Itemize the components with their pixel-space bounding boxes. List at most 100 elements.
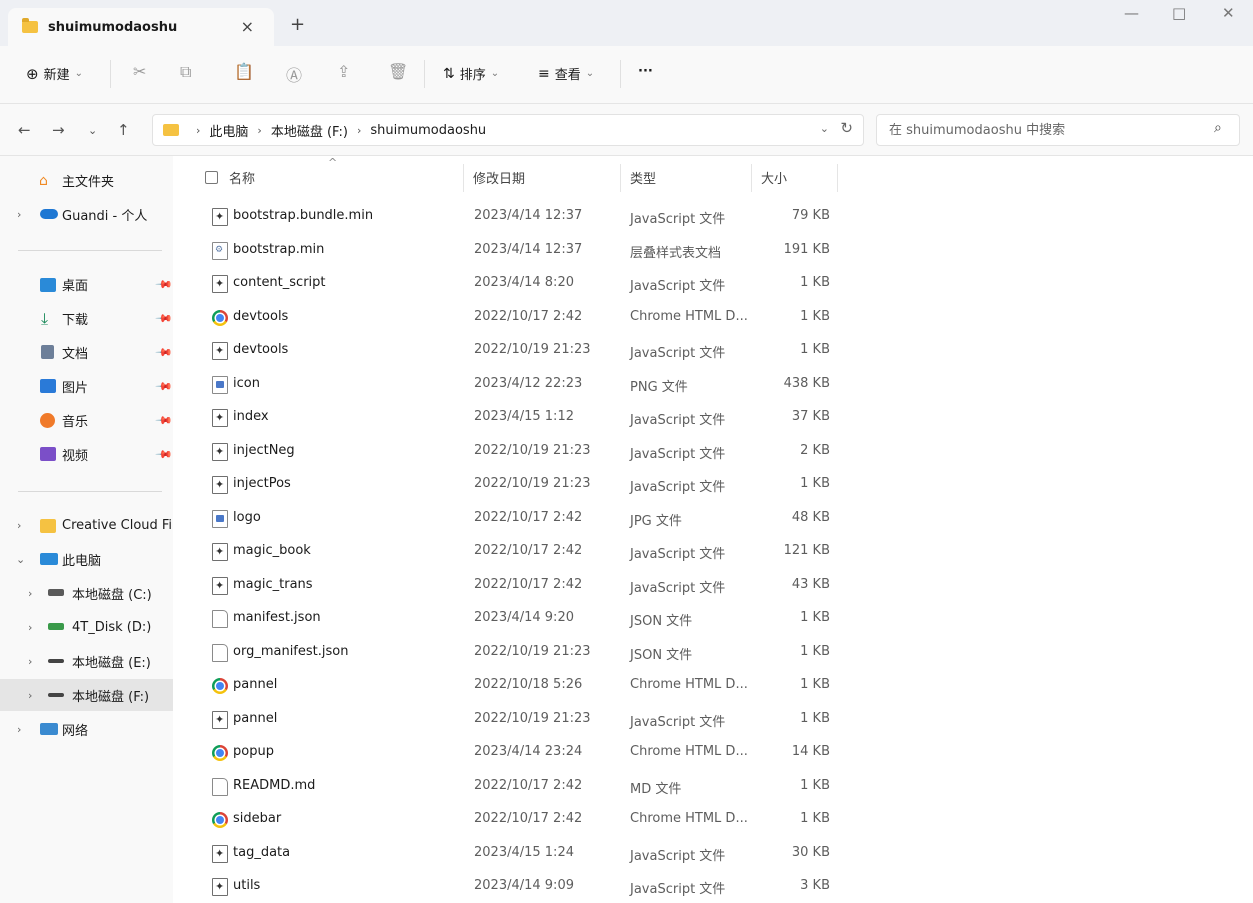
- table-row[interactable]: magic_trans 2022/10/17 2:42 JavaScript 文件 4…: [201, 569, 841, 602]
- drive-icon: [48, 659, 64, 663]
- sidebar-item-this-pc[interactable]: ⌄ 此电脑: [0, 543, 173, 575]
- table-row[interactable]: content_script 2023/4/14 8:20 JavaScript 文…: [201, 267, 841, 300]
- pin-icon[interactable]: 📌: [154, 377, 173, 396]
- sidebar-item-videos[interactable]: 视频 📌: [0, 438, 173, 470]
- table-row[interactable]: magic_book 2022/10/17 2:42 JavaScript 文件 12…: [201, 535, 841, 568]
- view-button[interactable]: ≡ 查看 ⌄: [538, 64, 594, 84]
- forward-arrow-icon[interactable]: →: [52, 121, 65, 139]
- maximize-button[interactable]: □: [1172, 4, 1186, 22]
- table-row[interactable]: devtools 2022/10/17 2:42 Chrome HTML D... 1…: [201, 301, 841, 334]
- table-row[interactable]: READMD.md 2022/10/17 2:42 MD 文件 1 KB: [201, 770, 841, 803]
- table-row[interactable]: injectNeg 2022/10/19 21:23 JavaScript 文件 2 …: [201, 435, 841, 468]
- table-row[interactable]: org_manifest.json 2022/10/19 21:23 JSON 文件…: [201, 636, 841, 669]
- folder-icon: [163, 124, 179, 136]
- table-row[interactable]: utils 2023/4/14 9:09 JavaScript 文件 3 KB: [201, 870, 841, 903]
- sidebar-item-onedrive[interactable]: › Guandi - 个人: [0, 198, 173, 230]
- sidebar-item-pictures[interactable]: 图片 📌: [0, 370, 173, 402]
- breadcrumb-this-pc[interactable]: 此电脑: [209, 121, 248, 140]
- refresh-icon[interactable]: ↻: [840, 119, 853, 137]
- file-size: 1 KB: [800, 342, 830, 357]
- search-input[interactable]: [876, 114, 1240, 146]
- cut-icon[interactable]: ✂: [133, 62, 146, 81]
- sidebar-item-drive-e[interactable]: › 本地磁盘 (E:): [0, 645, 173, 677]
- sidebar-item-downloads[interactable]: ⤓ 下载 📌: [0, 302, 173, 334]
- view-label: 查看: [554, 68, 581, 83]
- sidebar-item-drive-f[interactable]: › 本地磁盘 (F:): [0, 679, 173, 711]
- chevron-right-icon[interactable]: ›: [196, 124, 200, 137]
- pin-icon[interactable]: 📌: [154, 445, 173, 464]
- copy-icon[interactable]: ⧉: [180, 62, 191, 82]
- chevron-right-icon[interactable]: ›: [357, 124, 361, 137]
- table-row[interactable]: sidebar 2022/10/17 2:42 Chrome HTML D... 1 …: [201, 803, 841, 836]
- table-row[interactable]: popup 2023/4/14 23:24 Chrome HTML D... 14 K…: [201, 736, 841, 769]
- share-icon[interactable]: ⇪: [337, 62, 350, 81]
- table-row[interactable]: icon 2023/4/12 22:23 PNG 文件 438 KB: [201, 368, 841, 401]
- close-window-button[interactable]: ✕: [1222, 4, 1235, 22]
- table-row[interactable]: injectPos 2022/10/19 21:23 JavaScript 文件 1 …: [201, 468, 841, 501]
- column-header-date[interactable]: 修改日期: [473, 168, 525, 187]
- select-all-checkbox[interactable]: [205, 171, 218, 184]
- close-tab-button[interactable]: ×: [241, 17, 254, 36]
- rename-icon[interactable]: Ⓐ: [286, 62, 302, 86]
- pin-icon[interactable]: 📌: [154, 411, 173, 430]
- table-row[interactable]: devtools 2022/10/19 21:23 JavaScript 文件 1 K…: [201, 334, 841, 367]
- sidebar-item-music[interactable]: 音乐 📌: [0, 404, 173, 436]
- more-options-button[interactable]: ···: [638, 64, 653, 79]
- new-tab-button[interactable]: +: [290, 14, 305, 35]
- column-divider[interactable]: [837, 164, 838, 192]
- chevron-right-icon[interactable]: ›: [257, 124, 261, 137]
- sidebar-item-home[interactable]: ⌂ 主文件夹: [0, 164, 173, 196]
- chevron-right-icon[interactable]: ›: [28, 621, 32, 634]
- column-divider[interactable]: [751, 164, 752, 192]
- chevron-right-icon[interactable]: ›: [28, 587, 32, 600]
- chevron-right-icon[interactable]: ›: [17, 519, 21, 532]
- column-divider[interactable]: [620, 164, 621, 192]
- new-button[interactable]: ⊕ 新建 ⌄: [26, 64, 83, 84]
- sidebar-item-label: 音乐: [62, 414, 89, 430]
- pin-icon[interactable]: 📌: [154, 343, 173, 362]
- pin-icon[interactable]: 📌: [154, 275, 173, 294]
- column-header-type[interactable]: 类型: [630, 168, 656, 187]
- breadcrumb-drive[interactable]: 本地磁盘 (F:): [271, 121, 348, 140]
- up-arrow-icon[interactable]: ↑: [117, 121, 130, 139]
- chevron-right-icon[interactable]: ›: [17, 208, 21, 221]
- column-header-name[interactable]: 名称: [229, 168, 255, 187]
- table-row[interactable]: bootstrap.min 2023/4/14 12:37 层叠样式表文档 191 K…: [201, 234, 841, 267]
- explorer-tab[interactable]: shuimumodaoshu ×: [8, 8, 274, 46]
- file-size: 48 KB: [791, 509, 830, 525]
- table-row[interactable]: tag_data 2023/4/15 1:24 JavaScript 文件 30 KB: [201, 837, 841, 870]
- sidebar-item-network[interactable]: › 网络: [0, 713, 173, 745]
- paste-icon[interactable]: 📋: [234, 62, 254, 81]
- breadcrumb-folder[interactable]: shuimumodaoshu: [370, 123, 486, 138]
- sidebar-item-label: 主文件夹: [62, 174, 115, 190]
- sidebar-item-creative-cloud[interactable]: › Creative Cloud Files: [0, 509, 173, 541]
- chevron-right-icon[interactable]: ›: [17, 723, 21, 736]
- sort-button[interactable]: ⇅ 排序 ⌄: [443, 64, 499, 84]
- table-row[interactable]: logo 2022/10/17 2:42 JPG 文件 48 KB: [201, 502, 841, 535]
- chevron-down-icon[interactable]: ⌄: [16, 553, 25, 566]
- sidebar-item-desktop[interactable]: 桌面 📌: [0, 268, 173, 300]
- chevron-right-icon[interactable]: ›: [28, 655, 32, 668]
- table-row[interactable]: pannel 2022/10/18 5:26 Chrome HTML D... 1 K…: [201, 669, 841, 702]
- table-row[interactable]: manifest.json 2023/4/14 9:20 JSON 文件 1 KB: [201, 602, 841, 635]
- search-icon[interactable]: ⌕: [1214, 120, 1222, 136]
- table-row[interactable]: pannel 2022/10/19 21:23 JavaScript 文件 1 KB: [201, 703, 841, 736]
- sidebar-item-drive-d[interactable]: › 4T_Disk (D:): [0, 611, 173, 643]
- file-type: JavaScript 文件: [630, 413, 726, 428]
- file-type: JavaScript 文件: [630, 446, 726, 462]
- back-arrow-icon[interactable]: ←: [18, 121, 31, 139]
- breadcrumb[interactable]: › 此电脑 › 本地磁盘 (F:) › shuimumodaoshu ⌄ ↻: [152, 114, 864, 146]
- chevron-right-icon[interactable]: ›: [28, 689, 32, 702]
- recent-locations-icon[interactable]: ⌄: [88, 124, 97, 137]
- column-header-size[interactable]: 大小: [761, 168, 787, 187]
- sidebar-item-drive-c[interactable]: › 本地磁盘 (C:): [0, 577, 173, 609]
- sidebar-item-label: 本地磁盘 (C:): [72, 587, 152, 603]
- minimize-button[interactable]: —: [1124, 4, 1139, 22]
- table-row[interactable]: index 2023/4/15 1:12 JavaScript 文件 37 KB: [201, 401, 841, 434]
- table-row[interactable]: bootstrap.bundle.min 2023/4/14 12:37 JavaS…: [201, 200, 841, 233]
- column-divider[interactable]: [463, 164, 464, 192]
- sidebar-item-documents[interactable]: 文档 📌: [0, 336, 173, 368]
- chevron-down-icon[interactable]: ⌄: [820, 122, 829, 135]
- pin-icon[interactable]: 📌: [154, 309, 173, 328]
- delete-icon[interactable]: 🗑: [388, 62, 408, 81]
